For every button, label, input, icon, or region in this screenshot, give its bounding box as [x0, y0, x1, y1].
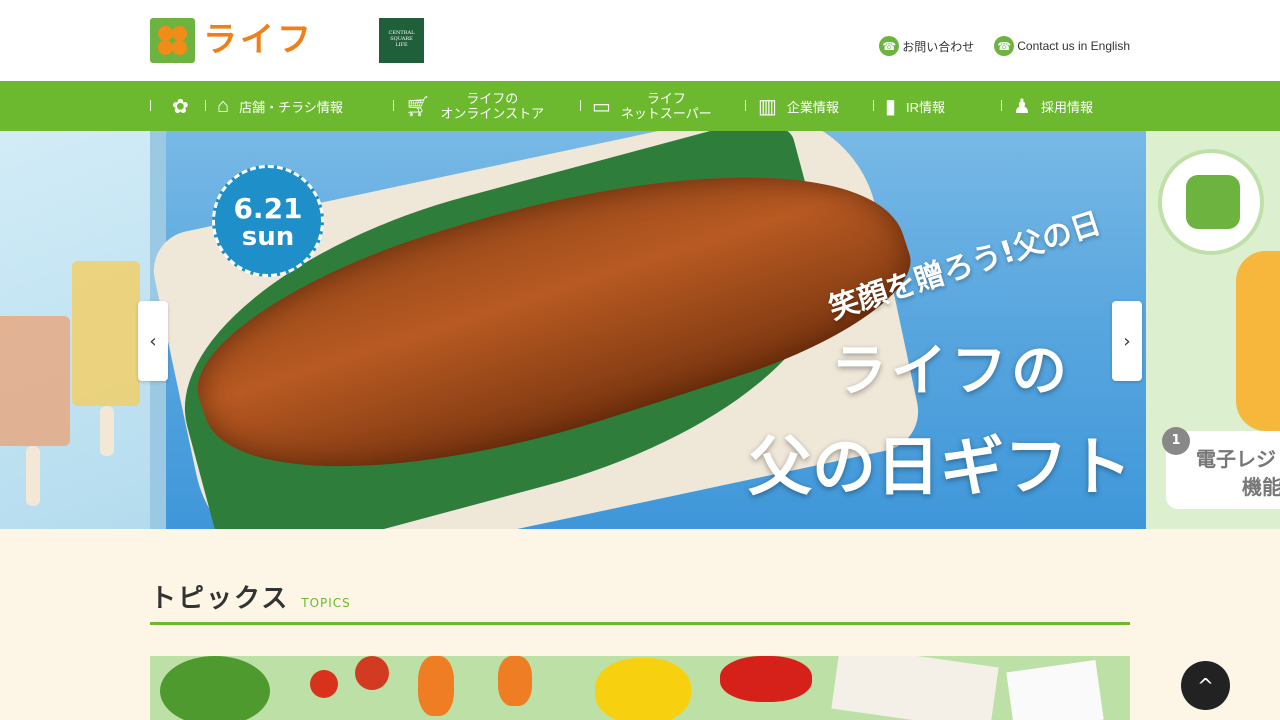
nav-separator: [1001, 100, 1002, 111]
next-slide-badge-num: 1: [1162, 427, 1190, 455]
nav-label-recruit: 採用情報: [1040, 99, 1093, 115]
nav-item-stores[interactable]: ⌂ 店舗・チラシ情報: [217, 81, 343, 131]
topics-divider: [150, 622, 1130, 625]
nav-item-home[interactable]: ✿: [172, 81, 199, 131]
nav-separator: [873, 100, 874, 111]
contact-label: お問い合わせ: [902, 39, 975, 54]
carrot-image: [498, 656, 532, 706]
popsicle-stick: [26, 446, 40, 506]
tomato-image: [310, 670, 338, 698]
back-to-top-button[interactable]: ^: [1181, 661, 1230, 710]
topic-banner[interactable]: [150, 656, 1130, 720]
nav-online-line1: ライフの: [466, 91, 519, 106]
phone-icon: ☎: [994, 36, 1015, 56]
lettuce-image: [160, 656, 270, 720]
clover-logo-icon: [150, 18, 195, 63]
orange-shape: [1236, 251, 1280, 431]
nav-net-line1: ライフ: [646, 91, 686, 106]
monitor-icon: ▭: [592, 95, 611, 118]
topics-subtitle: TOPICS: [301, 596, 351, 610]
popsicle-image: [0, 316, 70, 446]
nav-separator: [745, 100, 746, 111]
clover-badge-image: [1158, 149, 1264, 255]
central-square-logo[interactable]: CENTRAL SQUARE LIFE: [379, 18, 424, 63]
carousel-next-button[interactable]: ›: [1112, 301, 1142, 381]
store-icon: ⌂: [217, 94, 230, 117]
clover-icon: ✿: [172, 95, 189, 118]
next-slide-text-2: 機能: [1242, 475, 1280, 499]
life-logo[interactable]: ライフ: [150, 18, 314, 63]
cart-icon: 🛒︎: [405, 95, 431, 118]
logo-text: ライフ: [203, 20, 314, 60]
csl-line-3: LIFE: [395, 42, 408, 48]
nav-item-company[interactable]: ▥ 企業情報: [758, 81, 839, 131]
hero-carousel: 6.21 sun 笑顔を贈ろう!父の日 ライフの 父の日ギフト 1 電子レジ 機…: [0, 131, 1280, 529]
next-slide-text-1: 電子レジ: [1196, 447, 1276, 471]
site-header: ライフ CENTRAL SQUARE LIFE ☎ お問い合わせ ☎ Conta…: [0, 0, 1280, 81]
nav-label-ir: IR情報: [906, 99, 946, 115]
red-pepper-image: [720, 656, 812, 702]
prev-slide-preview[interactable]: [0, 131, 150, 529]
nav-separator: [205, 100, 206, 111]
contact-link[interactable]: ☎ お問い合わせ: [879, 36, 974, 56]
chart-icon: ▮: [885, 95, 897, 118]
nav-item-recruit[interactable]: ♟ 採用情報: [1013, 81, 1093, 131]
popsicle-stick: [100, 406, 114, 456]
nav-item-online-store[interactable]: 🛒︎ ライフの オンラインストア: [405, 81, 544, 131]
building-icon: ▥: [758, 95, 777, 118]
nav-item-net-super[interactable]: ▭ ライフ ネットスーパー: [592, 81, 712, 131]
date-badge: 6.21 sun: [212, 165, 324, 277]
nav-separator: [393, 100, 394, 111]
nav-separator: [150, 100, 151, 111]
carousel-prev-button[interactable]: ‹: [138, 301, 168, 381]
nav-net-line2: ネットスーパー: [620, 106, 712, 121]
current-slide[interactable]: 6.21 sun 笑顔を贈ろう!父の日 ライフの 父の日ギフト: [146, 131, 1146, 529]
carrot-image: [418, 656, 454, 716]
header-links: ☎ お問い合わせ ☎ Contact us in English: [879, 36, 1130, 56]
phone-icon: ☎: [879, 36, 900, 56]
next-slide-preview[interactable]: 1 電子レジ 機能: [1146, 131, 1280, 529]
yellow-pepper-image: [595, 658, 691, 720]
nav-label-net-super: ライフ ネットスーパー: [621, 91, 712, 121]
nav-online-line2: オンラインストア: [440, 106, 545, 121]
contact-english-label: Contact us in English: [1017, 39, 1130, 53]
nav-label-company: 企業情報: [786, 99, 839, 115]
nav-item-ir[interactable]: ▮ IR情報: [885, 81, 945, 131]
topics-title: トピックス: [150, 584, 290, 614]
date-number: 6.21: [233, 192, 303, 225]
nav-separator: [580, 100, 581, 111]
contact-english-link[interactable]: ☎ Contact us in English: [994, 36, 1130, 56]
topics-heading: トピックス TOPICS: [150, 578, 351, 615]
nav-label-online-store: ライフの オンラインストア: [440, 91, 544, 121]
popsicle-image: [72, 261, 140, 406]
slide-headline-2: 父の日ギフト: [748, 431, 1132, 505]
tomato-image: [355, 656, 389, 690]
global-nav: ✿ ⌂ 店舗・チラシ情報 🛒︎ ライフの オンラインストア ▭ ライフ ネットス…: [0, 81, 1280, 131]
slide-headline-1: ライフの: [831, 339, 1071, 404]
clover-app-icon: [1186, 175, 1240, 229]
nav-label-stores: 店舗・チラシ情報: [239, 99, 343, 115]
date-day: sun: [241, 222, 295, 252]
product-pack-image: [1006, 660, 1104, 720]
product-can-image: [831, 656, 999, 720]
person-icon: ♟: [1013, 95, 1031, 118]
